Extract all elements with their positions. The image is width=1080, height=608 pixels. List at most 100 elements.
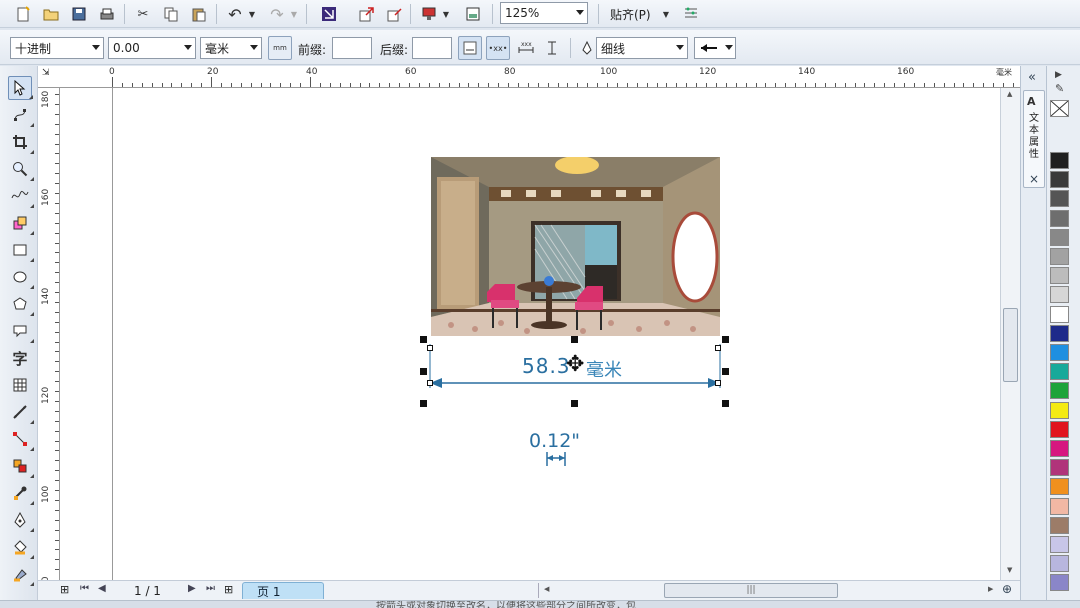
- undo-icon[interactable]: ↶: [224, 3, 246, 25]
- dimension-value-text[interactable]: 58.3: [522, 354, 571, 378]
- navigator-icon[interactable]: ⊕: [1002, 582, 1012, 596]
- interactive-fill-tool-icon[interactable]: [8, 562, 34, 586]
- freehand-tool-icon[interactable]: [8, 184, 34, 208]
- small-dimension-text[interactable]: 0.12": [529, 430, 580, 452]
- color-swatch[interactable]: [1050, 478, 1069, 496]
- paste-icon[interactable]: [188, 3, 210, 25]
- scroll-down-arrow-icon[interactable]: ▼: [1007, 566, 1012, 574]
- color-swatch[interactable]: [1050, 286, 1069, 304]
- color-swatch[interactable]: [1050, 401, 1069, 419]
- selection-handle[interactable]: [722, 336, 729, 343]
- color-swatch[interactable]: [1050, 420, 1069, 438]
- import-icon[interactable]: [318, 3, 340, 25]
- text-tool-icon[interactable]: 字: [8, 346, 32, 370]
- connector-tool-icon[interactable]: [8, 427, 34, 451]
- color-swatch[interactable]: [1050, 555, 1069, 573]
- outline-pen-tool-icon[interactable]: [8, 508, 34, 532]
- color-swatch[interactable]: [1050, 363, 1069, 381]
- color-swatch[interactable]: [1050, 516, 1069, 534]
- scroll-right-arrow-icon[interactable]: ▶: [988, 585, 993, 593]
- smart-fill-tool-icon[interactable]: [8, 211, 34, 235]
- welcome-screen-icon[interactable]: [462, 3, 484, 25]
- selection-handle[interactable]: [420, 336, 427, 343]
- color-swatch[interactable]: [1050, 574, 1069, 592]
- shape-tool-icon[interactable]: [8, 103, 34, 127]
- polygon-tool-icon[interactable]: [8, 292, 34, 316]
- node-handle[interactable]: [715, 345, 721, 351]
- application-launcher-icon[interactable]: [418, 3, 440, 25]
- selection-handle[interactable]: [722, 400, 729, 407]
- arrowhead-select[interactable]: [694, 37, 736, 59]
- text-vertical-icon[interactable]: [542, 36, 562, 60]
- color-swatch[interactable]: [1050, 248, 1069, 265]
- color-swatch[interactable]: [1050, 190, 1069, 208]
- first-page-icon[interactable]: ⏮: [80, 583, 89, 594]
- vertical-scroll-thumb[interactable]: [1003, 308, 1018, 382]
- new-document-icon[interactable]: [12, 3, 34, 25]
- color-swatch[interactable]: [1050, 536, 1069, 553]
- color-swatch[interactable]: [1050, 440, 1069, 457]
- color-swatch[interactable]: [1050, 152, 1069, 169]
- selection-handle[interactable]: [571, 400, 578, 407]
- color-swatch[interactable]: [1050, 382, 1069, 400]
- scroll-left-arrow-icon[interactable]: ◀: [544, 585, 549, 593]
- extension-lines-icon[interactable]: xxx: [514, 36, 538, 60]
- publish-icon[interactable]: [384, 3, 406, 25]
- page-tab[interactable]: 页 1: [242, 582, 324, 599]
- palette-scroll-up-icon[interactable]: ▶: [1055, 70, 1062, 80]
- snap-to-menu[interactable]: 贴齐(P): [610, 6, 651, 23]
- pick-tool-icon[interactable]: [8, 76, 33, 100]
- dimension-units-select[interactable]: 毫米: [200, 37, 262, 59]
- table-tool-icon[interactable]: [8, 373, 32, 397]
- crop-tool-icon[interactable]: [8, 130, 34, 154]
- print-icon[interactable]: [96, 3, 118, 25]
- text-position-icon[interactable]: •xx•: [486, 36, 510, 60]
- last-page-icon[interactable]: ⏭: [206, 583, 215, 594]
- node-handle[interactable]: [427, 380, 433, 386]
- next-page-icon[interactable]: ▶: [188, 583, 196, 594]
- ruler-origin-icon[interactable]: ⇲: [42, 68, 50, 78]
- redo-icon[interactable]: ↷: [266, 3, 288, 25]
- save-icon[interactable]: [68, 3, 90, 25]
- zoom-tool-icon[interactable]: [8, 157, 34, 181]
- snap-dropdown-icon[interactable]: ▼: [660, 3, 672, 25]
- close-dock-icon[interactable]: ×: [1029, 172, 1039, 186]
- copy-icon[interactable]: [160, 3, 182, 25]
- launcher-dropdown-icon[interactable]: ▼: [440, 3, 452, 25]
- selection-handle[interactable]: [571, 336, 578, 343]
- no-fill-swatch[interactable]: [1050, 100, 1069, 117]
- dimension-precision-select[interactable]: 0.00: [108, 37, 196, 59]
- eyedropper-tool-icon[interactable]: [8, 481, 34, 505]
- dynamic-dimensioning-icon[interactable]: [458, 36, 482, 60]
- room-illustration[interactable]: [431, 157, 720, 336]
- color-swatch[interactable]: [1050, 324, 1069, 342]
- export-icon[interactable]: [356, 3, 378, 25]
- small-dimension-line[interactable]: [544, 450, 568, 468]
- options-icon[interactable]: [680, 3, 702, 25]
- dimension-tool-icon[interactable]: [8, 400, 34, 424]
- node-handle[interactable]: [427, 345, 433, 351]
- add-page-before-icon[interactable]: ⊞: [60, 583, 69, 596]
- selection-handle[interactable]: [420, 400, 427, 407]
- previous-page-icon[interactable]: ◀: [98, 583, 106, 594]
- fill-tool-icon[interactable]: [8, 535, 34, 559]
- prefix-input[interactable]: [332, 37, 372, 59]
- color-swatch[interactable]: [1050, 344, 1069, 361]
- dimension-style-select[interactable]: 十进制: [10, 37, 104, 59]
- scroll-up-arrow-icon[interactable]: ▲: [1007, 90, 1012, 98]
- suffix-input[interactable]: [412, 37, 452, 59]
- interactive-blend-tool-icon[interactable]: [8, 454, 34, 478]
- color-swatch[interactable]: [1050, 459, 1069, 477]
- palette-flyout-icon[interactable]: ✎: [1055, 82, 1064, 95]
- rectangle-tool-icon[interactable]: [8, 238, 34, 262]
- collapse-dock-icon[interactable]: «: [1028, 70, 1036, 85]
- drawing-canvas[interactable]: 58.3 毫米 ✥ 0.12": [60, 88, 1000, 580]
- zoom-level-select[interactable]: 125%: [500, 2, 588, 24]
- selection-handle[interactable]: [722, 368, 729, 375]
- cut-icon[interactable]: ✂: [132, 3, 154, 25]
- selection-handle[interactable]: [420, 368, 427, 375]
- color-swatch[interactable]: [1050, 497, 1069, 515]
- vertical-scrollbar[interactable]: ▲ ▼: [1000, 88, 1020, 580]
- horizontal-ruler[interactable]: ⇲ 0 20 40 60 80 100 120 140 160 毫米: [38, 66, 1020, 88]
- show-units-toggle[interactable]: mm: [268, 36, 292, 60]
